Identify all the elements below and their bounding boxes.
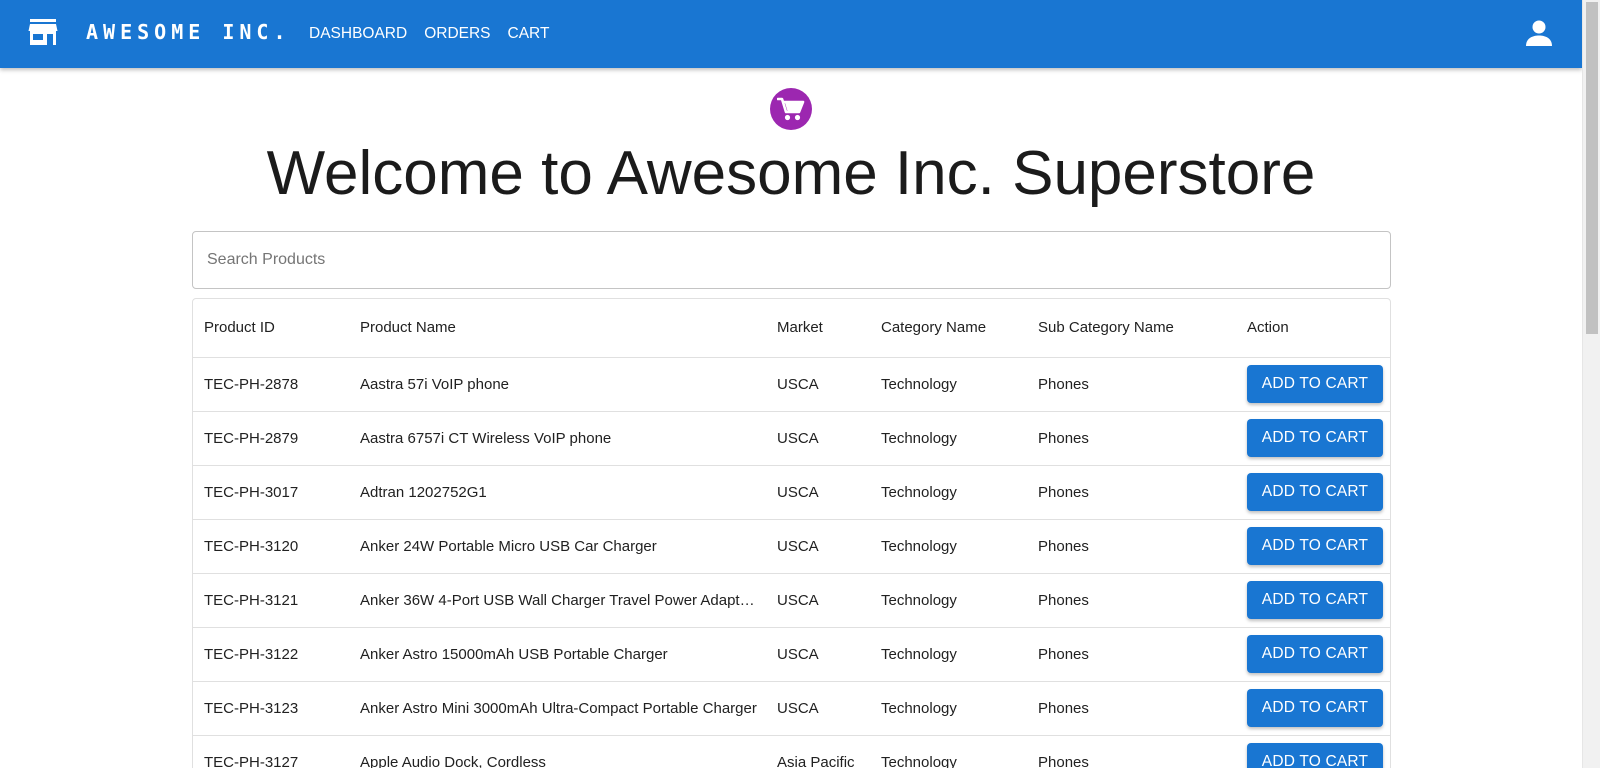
app-bar: AWESOME INC. DASHBOARD ORDERS CART (0, 0, 1582, 68)
superstore-page: AWESOME INC. DASHBOARD ORDERS CART Welco… (0, 0, 1600, 768)
table-row: TEC-PH-3122 Anker Astro 15000mAh USB Por… (193, 627, 1390, 682)
table-row: TEC-PH-2878 Aastra 57i VoIP phone USCA T… (193, 357, 1390, 412)
add-to-cart-button[interactable]: ADD TO CART (1247, 635, 1383, 673)
subcategory-cell: Phones (1027, 357, 1236, 412)
subcategory-cell: Phones (1027, 735, 1236, 768)
column-header[interactable]: Product ID (193, 299, 349, 358)
category-cell: Technology (870, 411, 1027, 466)
product-name-cell: Aastra 57i VoIP phone (349, 357, 766, 412)
market-cell: USCA (766, 411, 870, 466)
page-title: Welcome to Awesome Inc. Superstore (266, 139, 1316, 208)
action-cell: ADD TO CART (1236, 357, 1390, 412)
action-cell: ADD TO CART (1236, 411, 1390, 466)
market-cell: USCA (766, 357, 870, 412)
product-name-cell: Anker 36W 4-Port USB Wall Charger Travel… (349, 573, 766, 628)
column-header[interactable]: Sub Category Name (1027, 299, 1236, 358)
products-table: Product ID Product Name Market Category … (192, 298, 1391, 768)
account-icon[interactable] (1524, 18, 1554, 48)
nav-orders[interactable]: ORDERS (424, 21, 490, 47)
subcategory-cell: Phones (1027, 519, 1236, 574)
store-icon[interactable] (28, 18, 58, 46)
column-header[interactable]: Category Name (870, 299, 1027, 358)
column-header[interactable]: Market (766, 299, 870, 358)
subcategory-cell: Phones (1027, 573, 1236, 628)
product-id-cell: TEC-PH-3122 (193, 627, 349, 682)
product-id-cell: TEC-PH-2878 (193, 357, 349, 412)
nav-dashboard[interactable]: DASHBOARD (309, 21, 407, 47)
table-row: TEC-PH-3017 Adtran 1202752G1 USCA Techno… (193, 465, 1390, 520)
action-cell: ADD TO CART (1236, 465, 1390, 520)
vertical-scrollbar[interactable] (1582, 0, 1600, 768)
market-cell: USCA (766, 465, 870, 520)
action-cell: ADD TO CART (1236, 519, 1390, 574)
main-nav: DASHBOARD ORDERS CART (309, 0, 566, 68)
product-name-cell: Aastra 6757i CT Wireless VoIP phone (349, 411, 766, 466)
market-cell: Asia Pacific (766, 735, 870, 768)
product-name-cell: Apple Audio Dock, Cordless (349, 735, 766, 768)
table-row: TEC-PH-3121 Anker 36W 4-Port USB Wall Ch… (193, 573, 1390, 628)
category-cell: Technology (870, 357, 1027, 412)
product-name-cell: Adtran 1202752G1 (349, 465, 766, 520)
add-to-cart-button[interactable]: ADD TO CART (1247, 419, 1383, 457)
product-id-cell: TEC-PH-3121 (193, 573, 349, 628)
product-id-cell: TEC-PH-3127 (193, 735, 349, 768)
shopping-cart-icon (770, 88, 812, 130)
market-cell: USCA (766, 519, 870, 574)
add-to-cart-button[interactable]: ADD TO CART (1247, 365, 1383, 403)
product-id-cell: TEC-PH-2879 (193, 411, 349, 466)
action-cell: ADD TO CART (1236, 681, 1390, 736)
add-to-cart-button[interactable]: ADD TO CART (1247, 473, 1383, 511)
subcategory-cell: Phones (1027, 681, 1236, 736)
market-cell: USCA (766, 681, 870, 736)
action-cell: ADD TO CART (1236, 627, 1390, 682)
scrollbar-thumb[interactable] (1586, 2, 1598, 334)
category-cell: Technology (870, 627, 1027, 682)
market-cell: USCA (766, 627, 870, 682)
table-row: TEC-PH-2879 Aastra 6757i CT Wireless VoI… (193, 411, 1390, 466)
search-input[interactable] (192, 231, 1391, 289)
action-cell: ADD TO CART (1236, 573, 1390, 628)
nav-cart[interactable]: CART (508, 21, 550, 47)
product-id-cell: TEC-PH-3017 (193, 465, 349, 520)
add-to-cart-button[interactable]: ADD TO CART (1247, 581, 1383, 619)
subcategory-cell: Phones (1027, 627, 1236, 682)
product-name-cell: Anker Astro Mini 3000mAh Ultra-Compact P… (349, 681, 766, 736)
product-id-cell: TEC-PH-3123 (193, 681, 349, 736)
brand-title[interactable]: AWESOME INC. (86, 20, 291, 44)
subcategory-cell: Phones (1027, 465, 1236, 520)
add-to-cart-button[interactable]: ADD TO CART (1247, 743, 1383, 768)
action-cell: ADD TO CART (1236, 735, 1390, 768)
table-row: TEC-PH-3127 Apple Audio Dock, Cordless A… (193, 735, 1390, 768)
category-cell: Technology (870, 465, 1027, 520)
table-row: TEC-PH-3123 Anker Astro Mini 3000mAh Ult… (193, 681, 1390, 736)
column-header: Action (1236, 299, 1390, 358)
product-name-cell: Anker Astro 15000mAh USB Portable Charge… (349, 627, 766, 682)
category-cell: Technology (870, 735, 1027, 768)
product-name-cell: Anker 24W Portable Micro USB Car Charger (349, 519, 766, 574)
subcategory-cell: Phones (1027, 411, 1236, 466)
product-id-cell: TEC-PH-3120 (193, 519, 349, 574)
add-to-cart-button[interactable]: ADD TO CART (1247, 527, 1383, 565)
table-header-row: Product ID Product Name Market Category … (193, 299, 1390, 358)
market-cell: USCA (766, 573, 870, 628)
category-cell: Technology (870, 681, 1027, 736)
category-cell: Technology (870, 573, 1027, 628)
column-header[interactable]: Product Name (349, 299, 766, 358)
table-row: TEC-PH-3120 Anker 24W Portable Micro USB… (193, 519, 1390, 574)
add-to-cart-button[interactable]: ADD TO CART (1247, 689, 1383, 727)
category-cell: Technology (870, 519, 1027, 574)
